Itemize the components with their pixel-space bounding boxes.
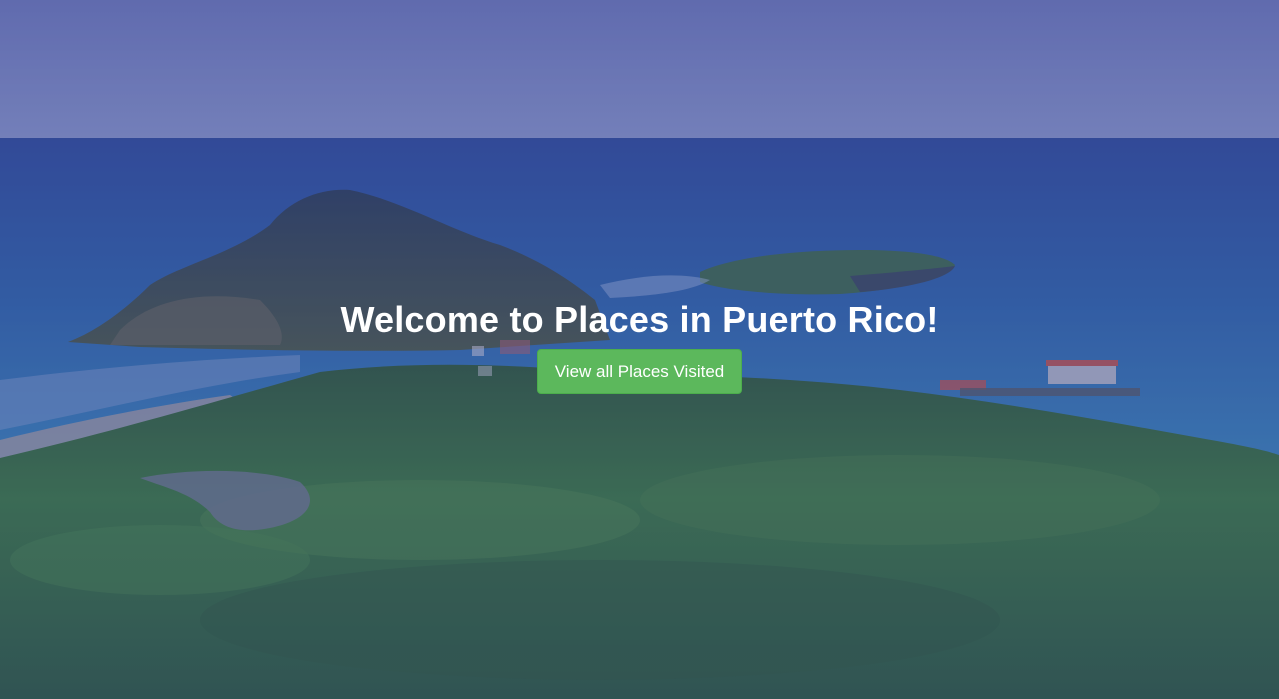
- hero-content: Welcome to Places in Puerto Rico! View a…: [0, 298, 1279, 394]
- hero-title: Welcome to Places in Puerto Rico!: [340, 299, 939, 340]
- view-all-places-button[interactable]: View all Places Visited: [536, 349, 743, 394]
- landing-page: Welcome to Places in Puerto Rico! View a…: [0, 0, 1279, 699]
